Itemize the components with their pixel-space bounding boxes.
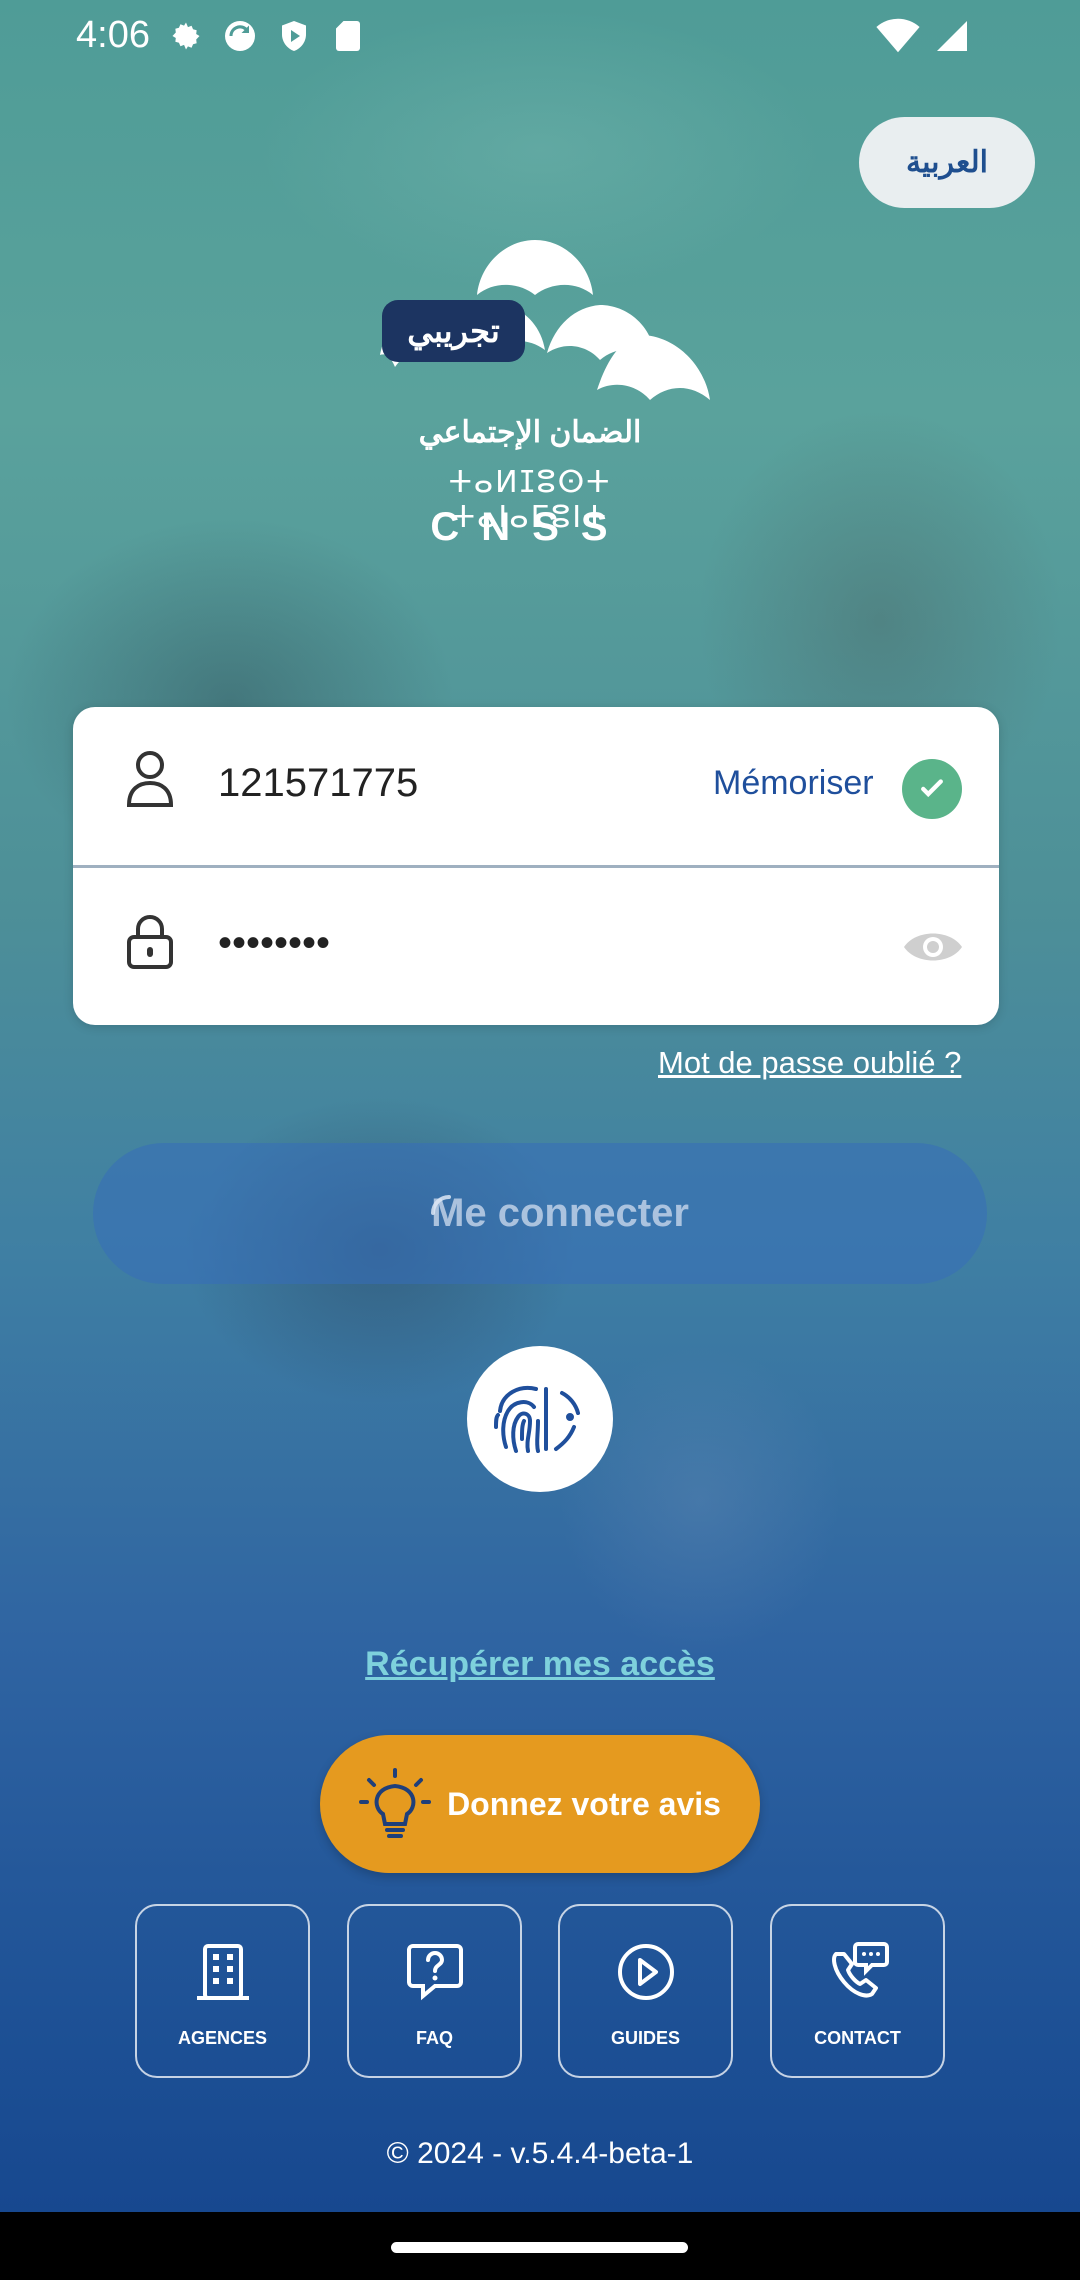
- sync-app-icon: [222, 18, 258, 54]
- logo-arabic-name: الضمان الإجتماعي: [418, 416, 642, 449]
- feedback-label: Donnez votre avis: [447, 1785, 721, 1822]
- status-time: 4:06: [76, 14, 150, 56]
- settings-icon: [168, 18, 204, 54]
- lightbulb-icon: [359, 1768, 432, 1838]
- home-gesture-handle[interactable]: [391, 2242, 688, 2253]
- quick-link-guides[interactable]: GUIDES: [558, 1904, 733, 2078]
- sd-card-icon: [330, 18, 366, 54]
- quick-link-agences[interactable]: AGENCES: [135, 1904, 310, 2078]
- play-icon: [617, 1944, 674, 2000]
- language-switch-button[interactable]: العربية: [859, 117, 1035, 208]
- system-indicators: [876, 18, 970, 59]
- quick-link-label: AGENCES: [177, 2028, 267, 2048]
- checkmark-icon: [921, 779, 943, 798]
- lock-icon: [127, 915, 173, 969]
- username-row: Mémoriser: [73, 707, 999, 868]
- forgot-password-link[interactable]: Mot de passe oublié ?: [658, 1045, 961, 1081]
- password-input[interactable]: [216, 912, 680, 974]
- loading-spinner-icon: [431, 1195, 451, 1215]
- quick-links: AGENCES FAQ GUIDES CONTACT: [135, 1904, 945, 2078]
- quick-link-label: GUIDES: [610, 2028, 680, 2048]
- feedback-button[interactable]: Donnez votre avis: [320, 1735, 760, 1873]
- building-icon: [196, 1944, 249, 2000]
- login-card: Mémoriser: [73, 707, 999, 1025]
- password-row: [73, 867, 999, 1025]
- user-icon: [126, 751, 174, 807]
- system-navigation-bar: [0, 2212, 1080, 2280]
- username-input[interactable]: [216, 752, 680, 814]
- biometric-login-button[interactable]: [467, 1346, 613, 1492]
- eye-icon[interactable]: [902, 927, 964, 967]
- phone-chat-icon: [831, 1942, 889, 1998]
- fingerprint-icon: [494, 1386, 580, 1453]
- app-version: © 2024 - v.5.4.4-beta-1: [386, 2137, 694, 2170]
- status-bar: 4:06: [0, 0, 1080, 70]
- test-environment-badge: تجريبي: [382, 300, 525, 362]
- quick-link-label: FAQ: [415, 2028, 453, 2048]
- remember-label[interactable]: Mémoriser: [713, 764, 874, 803]
- quick-link-faq[interactable]: FAQ: [347, 1904, 522, 2078]
- notification-icons: [168, 18, 366, 54]
- recover-access-link[interactable]: Récupérer mes accès: [0, 1645, 1080, 1684]
- shield-play-icon: [276, 18, 312, 54]
- logo-acronym: CNSS: [430, 505, 630, 549]
- quick-link-contact[interactable]: CONTACT: [770, 1904, 945, 2078]
- remember-checkbox[interactable]: [902, 759, 962, 819]
- wifi-icon: [876, 18, 920, 59]
- cell-signal-icon: [934, 18, 970, 59]
- question-chat-icon: [406, 1944, 463, 2001]
- quick-link-label: CONTACT: [814, 2028, 901, 2048]
- login-button[interactable]: Me connecter: [93, 1143, 987, 1284]
